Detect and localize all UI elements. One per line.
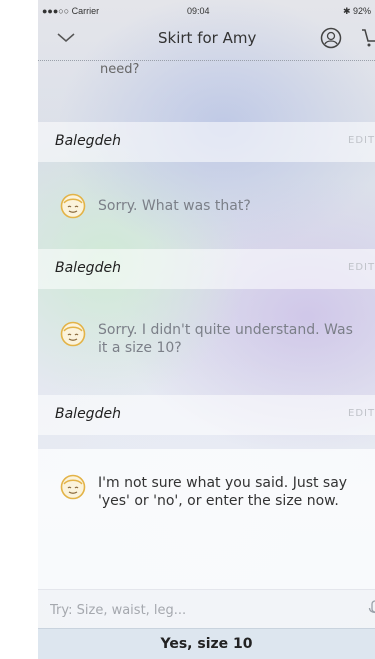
nav-bar: Skirt for Amy (38, 22, 375, 60)
microphone-icon[interactable] (368, 600, 375, 618)
suggestion-button[interactable]: Yes, size 10 (38, 628, 375, 659)
bot-message-text: Sorry. What was that? (98, 198, 251, 214)
status-time: 09:04 (187, 6, 210, 16)
bot-message-text: Sorry. I didn't quite understand. Was it… (98, 322, 353, 356)
user-reply-text: Balegdeh (55, 406, 121, 422)
chevron-down-icon[interactable] (54, 26, 78, 50)
cart-icon[interactable] (360, 26, 375, 48)
bot-avatar-icon (60, 193, 86, 219)
bot-avatar-icon (60, 321, 86, 347)
bot-message: Sorry. What was that? (60, 193, 251, 219)
edit-button[interactable]: EDIT (348, 135, 375, 146)
status-bar: ●●●○○ Carrier 09:04 ✱ 92% (38, 0, 375, 22)
user-reply-row: Balegdeh EDIT (38, 395, 375, 435)
user-reply-row: Balegdeh EDIT (38, 249, 375, 289)
user-reply-text: Balegdeh (55, 133, 121, 149)
edit-button[interactable]: EDIT (348, 408, 375, 419)
chat-input-row (38, 589, 375, 628)
app-screen: ●●●○○ Carrier 09:04 ✱ 92% Skirt for Amy … (38, 0, 375, 659)
previous-message-tail: need? (100, 62, 140, 77)
carrier-signal: ●●●○○ Carrier (42, 6, 100, 16)
user-reply-row: Balegdeh EDIT (38, 122, 375, 162)
bot-avatar-icon (60, 474, 86, 500)
divider (38, 60, 375, 61)
battery-level: ✱ 92% (342, 6, 371, 16)
bot-message-text: I'm not sure what you said. Just say 'ye… (98, 475, 348, 509)
battery-percent: 92% (352, 6, 371, 16)
user-reply-text: Balegdeh (55, 260, 121, 276)
latest-message-card (38, 449, 375, 589)
profile-icon[interactable] (320, 27, 342, 49)
chat-input[interactable] (48, 596, 342, 624)
bot-message: Sorry. I didn't quite understand. Was it… (60, 321, 360, 357)
bot-message: I'm not sure what you said. Just say 'ye… (60, 474, 350, 510)
page-title: Skirt for Amy (158, 29, 257, 47)
edit-button[interactable]: EDIT (348, 262, 375, 273)
